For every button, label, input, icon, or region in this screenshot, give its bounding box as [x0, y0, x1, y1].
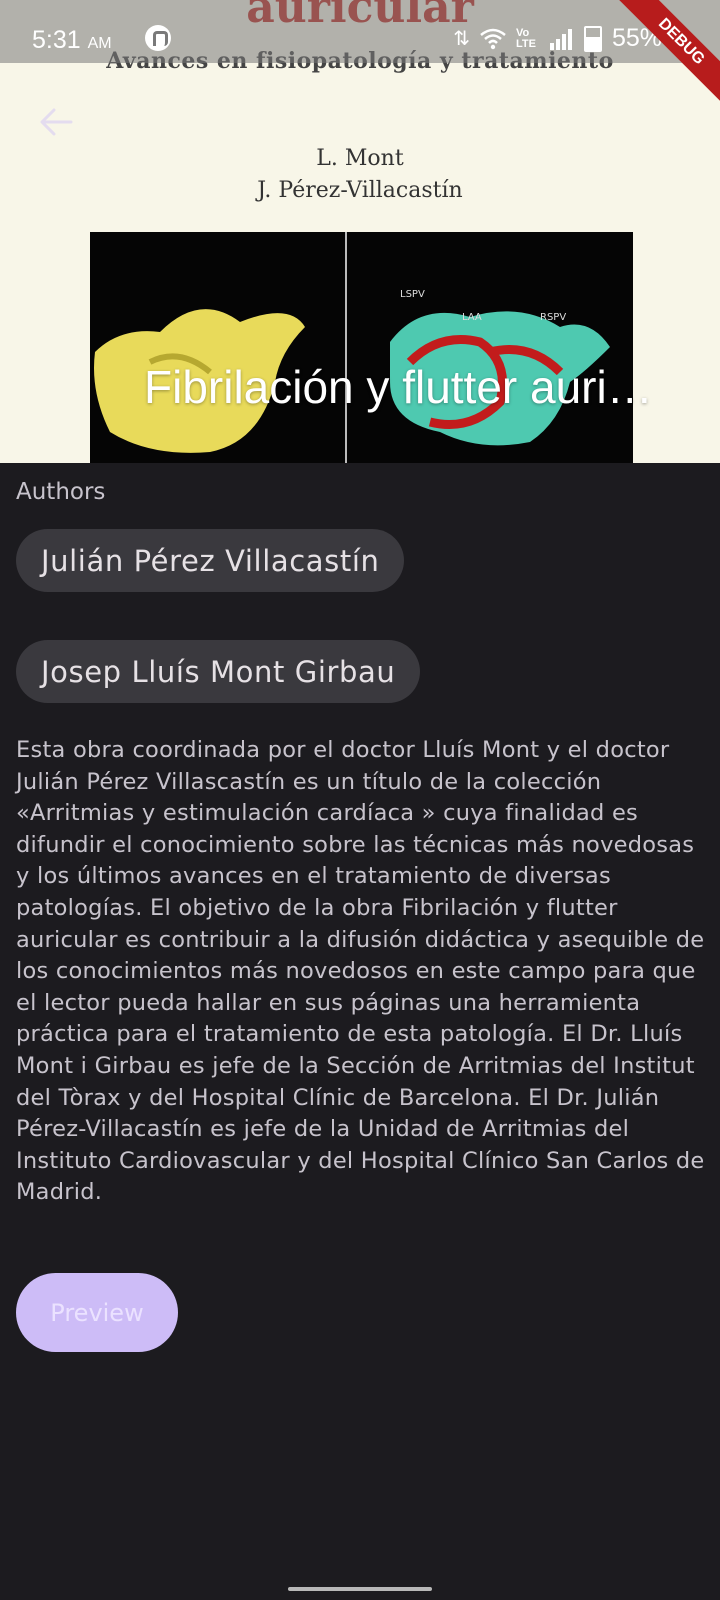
- cover-author-1: L. Mont: [316, 146, 404, 171]
- svg-text:RSPV: RSPV: [540, 312, 566, 323]
- author-chip-label: Julián Pérez Villacastín: [41, 543, 380, 578]
- status-time: 5:31 AM: [32, 26, 112, 55]
- home-indicator[interactable]: [288, 1587, 432, 1591]
- author-chip[interactable]: Josep Lluís Mont Girbau: [16, 640, 421, 703]
- volte-icon: Vo LTE: [515, 26, 536, 50]
- signal-icon: [549, 28, 572, 50]
- arrow-left-icon: [40, 108, 73, 136]
- author-chip[interactable]: Julián Pérez Villacastín: [16, 529, 405, 592]
- status-ampm: AM: [87, 35, 112, 52]
- cover-artwork: LSPV LAA RSPV: [90, 232, 633, 463]
- cover-author-2: J. Pérez-Villacastín: [257, 178, 463, 203]
- battery-icon: [583, 25, 602, 52]
- wifi-icon: [480, 28, 506, 49]
- author-chip-label: Josep Lluís Mont Girbau: [41, 654, 396, 689]
- app-notification-icon: [145, 25, 171, 51]
- preview-button-label: Preview: [50, 1298, 144, 1327]
- data-arrows-icon: ⇅: [453, 28, 470, 50]
- status-bar: 5:31 AM ⇅ Vo LTE 55% DEBUG: [0, 0, 720, 113]
- authors-label: Authors: [16, 479, 106, 505]
- preview-button[interactable]: Preview: [16, 1273, 178, 1352]
- svg-text:LAA: LAA: [462, 312, 482, 323]
- status-icons: ⇅ Vo LTE 55%: [453, 24, 662, 53]
- back-button[interactable]: [30, 96, 82, 148]
- book-description: Esta obra coordinada por el doctor Lluís…: [16, 737, 705, 1206]
- status-clock: 5:31: [32, 26, 81, 54]
- page-title: Fibrilación y flutter auricular: [144, 361, 674, 413]
- svg-text:LSPV: LSPV: [400, 289, 425, 300]
